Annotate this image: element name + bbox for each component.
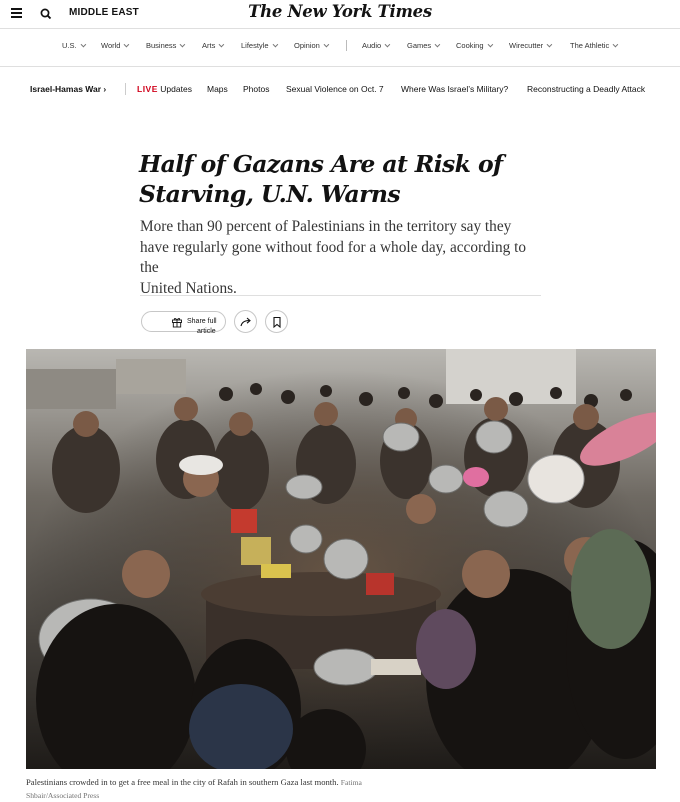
summary-line-2: have regularly gone without food for a w… bbox=[140, 238, 526, 277]
story-nav-photos[interactable]: Photos bbox=[243, 84, 269, 94]
share-full-article-button[interactable]: Share full article bbox=[141, 311, 226, 335]
nav-item-games[interactable]: Games bbox=[407, 41, 441, 50]
share-full-article-label: Share full article bbox=[187, 317, 225, 337]
save-article-button[interactable] bbox=[265, 310, 288, 333]
share-label-line-2: article bbox=[197, 328, 216, 335]
nav-item-label: Arts bbox=[202, 41, 216, 50]
nav-item-label: Games bbox=[407, 41, 432, 50]
bookmark-icon bbox=[273, 316, 281, 329]
story-nav-maps[interactable]: Maps bbox=[207, 84, 228, 94]
nav-item-label: Lifestyle bbox=[241, 41, 269, 50]
nav-item-world[interactable]: World bbox=[101, 41, 130, 50]
chevron-down-icon bbox=[384, 41, 391, 48]
share-button[interactable] bbox=[234, 310, 257, 333]
chevron-down-icon bbox=[124, 41, 130, 48]
chevron-down-icon bbox=[546, 41, 553, 48]
nav-item-wirecutter[interactable]: Wirecutter bbox=[509, 41, 553, 50]
story-nav-sexual-violence[interactable]: Sexual Violence on Oct. 7 bbox=[286, 84, 384, 94]
header-divider bbox=[140, 295, 541, 296]
nav-item-label: Cooking bbox=[456, 41, 484, 50]
gift-icon bbox=[172, 318, 182, 328]
nyt-logo[interactable]: The New York Times bbox=[0, 2, 680, 21]
nav-item-label: Business bbox=[146, 41, 177, 50]
section-nav: U.S. World Business Arts Lifestyle Opini… bbox=[0, 29, 680, 67]
story-nav: Israel-Hamas War › LIVE Updates Maps Pho… bbox=[0, 67, 680, 111]
nav-item-lifestyle[interactable]: Lifestyle bbox=[241, 41, 278, 50]
nav-item-the-athletic[interactable]: The Athletic bbox=[570, 41, 619, 50]
nav-item-label: The Athletic bbox=[570, 41, 610, 50]
chevron-down-icon bbox=[487, 41, 493, 48]
chevron-down-icon bbox=[80, 41, 86, 48]
story-nav-deadly-attack[interactable]: Reconstructing a Deadly Attack bbox=[527, 84, 645, 94]
chevron-down-icon bbox=[218, 41, 225, 48]
headline-line-2: Starving, U.N. Warns bbox=[139, 180, 401, 208]
article-headline: Half of Gazans Are at Risk of Starving, … bbox=[139, 149, 519, 209]
photo-credit-line-2: Shbair/Associated Press bbox=[26, 791, 100, 800]
masthead: MIDDLE EAST The New York Times bbox=[0, 0, 680, 29]
story-nav-live-updates[interactable]: LIVE Updates bbox=[137, 84, 192, 94]
nav-item-label: Wirecutter bbox=[509, 41, 544, 50]
summary-line-1: More than 90 percent of Palestinians in … bbox=[140, 218, 512, 235]
article-photo bbox=[26, 349, 656, 769]
crowd-photo-illustration bbox=[26, 349, 656, 769]
nav-divider bbox=[346, 40, 347, 51]
story-nav-divider bbox=[125, 83, 126, 95]
nav-item-label: U.S. bbox=[62, 41, 77, 50]
chevron-down-icon bbox=[434, 41, 441, 48]
live-badge: LIVE bbox=[137, 84, 158, 94]
nav-item-label: Audio bbox=[362, 41, 382, 50]
nav-item-label: Opinion bbox=[294, 41, 320, 50]
nav-item-label: World bbox=[101, 41, 121, 50]
nav-item-audio[interactable]: Audio bbox=[362, 41, 391, 50]
chevron-down-icon bbox=[180, 41, 186, 48]
story-nav-main-link[interactable]: Israel-Hamas War › bbox=[30, 84, 106, 94]
nav-item-opinion[interactable]: Opinion bbox=[294, 41, 330, 50]
share-label-line-1: Share full bbox=[187, 318, 217, 325]
nav-item-us[interactable]: U.S. bbox=[62, 41, 86, 50]
photo-credit-line-1: Fatima bbox=[340, 778, 362, 787]
chevron-down-icon bbox=[323, 41, 330, 48]
story-nav-israel-military[interactable]: Where Was Israel’s Military? bbox=[401, 84, 508, 94]
headline-line-1: Half of Gazans Are at Risk of bbox=[139, 150, 503, 178]
caption-text: Palestinians crowded in to get a free me… bbox=[26, 777, 339, 787]
nav-item-cooking[interactable]: Cooking bbox=[456, 41, 493, 50]
photo-caption: Palestinians crowded in to get a free me… bbox=[26, 776, 486, 802]
live-updates-label: Updates bbox=[160, 84, 192, 94]
share-arrow-icon bbox=[240, 317, 251, 327]
nav-item-business[interactable]: Business bbox=[146, 41, 186, 50]
chevron-down-icon bbox=[272, 41, 278, 48]
summary-line-3: United Nations. bbox=[140, 279, 237, 297]
chevron-down-icon bbox=[612, 41, 619, 48]
article-summary: More than 90 percent of Palestinians in … bbox=[140, 217, 544, 299]
nav-item-arts[interactable]: Arts bbox=[202, 41, 225, 50]
